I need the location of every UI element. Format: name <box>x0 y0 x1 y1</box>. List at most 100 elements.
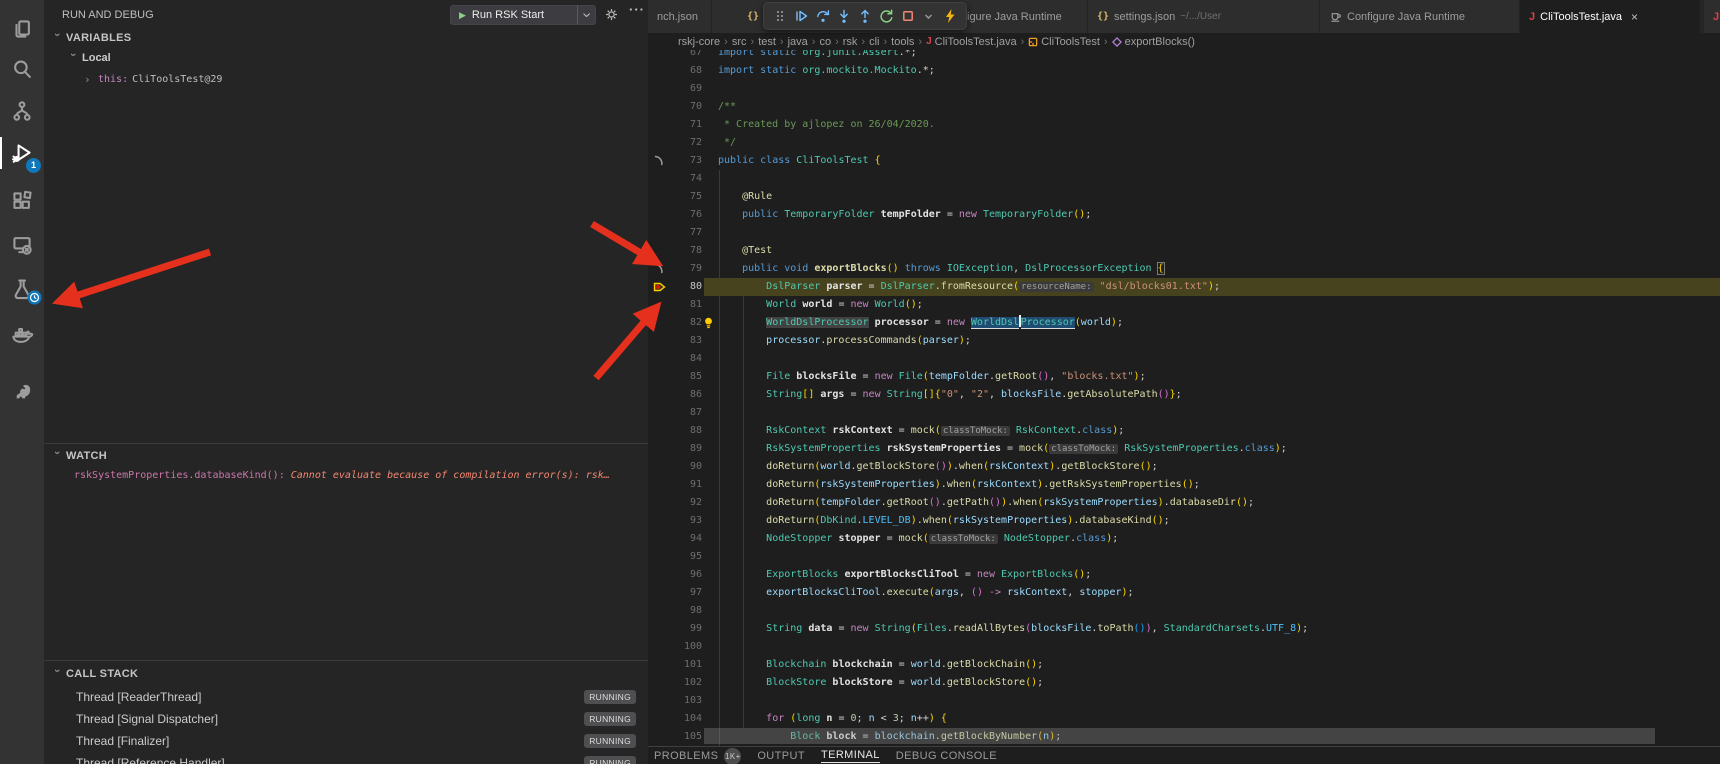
extensions-activity-item[interactable] <box>0 180 44 222</box>
panel-tab-problems[interactable]: PROBLEMS1K+ <box>654 747 741 764</box>
line-number[interactable]: 81 <box>666 296 702 314</box>
code-line-93[interactable]: 93 doReturn(DbKind.LEVEL_DB).when(rskSys… <box>648 512 1720 530</box>
remote-explorer-activity-item[interactable] <box>0 224 44 266</box>
line-number[interactable]: 72 <box>666 134 702 152</box>
docker-activity-item[interactable] <box>0 314 44 356</box>
line-number[interactable]: 100 <box>666 638 702 656</box>
line-number[interactable]: 90 <box>666 458 702 476</box>
breadcrumb-item-CliToolsTest.java[interactable]: JCliToolsTest.java <box>926 36 1016 48</box>
code-line-86[interactable]: 86 String[] args = new String[]{"0", "2"… <box>648 386 1720 404</box>
code-line-97[interactable]: 97 exportBlocksCliTool.execute(args, () … <box>648 584 1720 602</box>
line-number[interactable]: 85 <box>666 368 702 386</box>
code-line-87[interactable]: 87 <box>648 404 1720 422</box>
code-line-68[interactable]: 68import static org.mockito.Mockito.*; <box>648 62 1720 80</box>
tab-CliToolsTest.java[interactable]: JCliToolsTest.java× <box>1520 0 1700 33</box>
code-line-84[interactable]: 84 <box>648 350 1720 368</box>
tab-Configure Java Runtime[interactable]: Configure Java Runtime <box>1320 0 1520 33</box>
gradle-activity-item[interactable] <box>0 370 44 412</box>
code-line-100[interactable]: 100 <box>648 638 1720 656</box>
code-line-89[interactable]: 89 RskSystemProperties rskSystemProperti… <box>648 440 1720 458</box>
call-stack-thread-row[interactable]: Thread [ReaderThread]RUNNING <box>44 687 648 708</box>
tab-settings.json[interactable]: {}settings.json~/.../User <box>1088 0 1320 33</box>
line-number[interactable]: 74 <box>666 170 702 188</box>
hot-code-replace-button[interactable] <box>940 4 960 28</box>
code-line-79[interactable]: 79 public void exportBlocks() throws IOE… <box>648 260 1720 278</box>
panel-tab-debug-console[interactable]: DEBUG CONSOLE <box>896 747 997 764</box>
code-line-104[interactable]: 104 for (long n = 0; n < 3; n++) { <box>648 710 1720 728</box>
testing-activity-item[interactable] <box>0 268 44 310</box>
code-line-80[interactable]: 80 DslParser parser = DslParser.fromReso… <box>648 278 1720 296</box>
line-number[interactable]: 95 <box>666 548 702 566</box>
step-into-button[interactable] <box>834 4 854 28</box>
breadcrumb-item-co[interactable]: co <box>819 36 831 48</box>
code-line-98[interactable]: 98 <box>648 602 1720 620</box>
line-number[interactable]: 71 <box>666 116 702 134</box>
code-line-69[interactable]: 69 <box>648 80 1720 98</box>
code-line-81[interactable]: 81 World world = new World(); <box>648 296 1720 314</box>
restart-button[interactable] <box>876 4 896 28</box>
line-number[interactable]: 78 <box>666 242 702 260</box>
line-number[interactable]: 96 <box>666 566 702 584</box>
panel-tab-terminal[interactable]: TERMINAL <box>821 747 880 764</box>
watch-expression[interactable]: rskSystemProperties.databaseKind(): Cann… <box>74 470 634 481</box>
breadcrumb-item-tools[interactable]: tools <box>891 36 914 48</box>
line-number[interactable]: 97 <box>666 584 702 602</box>
stop-chevron-button[interactable] <box>919 4 939 28</box>
explorer-activity-item[interactable] <box>0 8 44 50</box>
breadcrumb-item-java[interactable]: java <box>788 36 808 48</box>
tab-nch.json[interactable]: nch.json <box>648 0 712 33</box>
panel-tab-output[interactable]: OUTPUT <box>757 747 805 764</box>
tab-partial-5[interactable]: J <box>1704 0 1720 33</box>
line-number[interactable]: 80 <box>666 278 702 296</box>
variables-section-header[interactable]: › VARIABLES <box>52 32 131 44</box>
code-line-83[interactable]: 83 processor.processCommands(parser); <box>648 332 1720 350</box>
code-line-92[interactable]: 92 doReturn(tempFolder.getRoot().getPath… <box>648 494 1720 512</box>
line-number[interactable]: 69 <box>666 80 702 98</box>
code-line-102[interactable]: 102 BlockStore blockStore = world.getBlo… <box>648 674 1720 692</box>
code-line-74[interactable]: 74 <box>648 170 1720 188</box>
line-number[interactable]: 101 <box>666 656 702 674</box>
call-stack-thread-row[interactable]: Thread [Reference Handler]RUNNING <box>44 753 648 764</box>
code-line-94[interactable]: 94 NodeStopper stopper = mock(classToMoc… <box>648 530 1720 548</box>
continue-button[interactable] <box>791 4 811 28</box>
line-number[interactable]: 75 <box>666 188 702 206</box>
line-number[interactable]: 76 <box>666 206 702 224</box>
code-line-88[interactable]: 88 RskContext rskContext = mock(classToM… <box>648 422 1720 440</box>
code-line-90[interactable]: 90 doReturn(world.getBlockStore()).when(… <box>648 458 1720 476</box>
breadcrumb-item-rsk[interactable]: rsk <box>843 36 858 48</box>
call-stack-thread-row[interactable]: Thread [Finalizer]RUNNING <box>44 731 648 752</box>
code-line-99[interactable]: 99 String data = new String(Files.readAl… <box>648 620 1720 638</box>
code-line-77[interactable]: 77 <box>648 224 1720 242</box>
code-line-70[interactable]: 70/** <box>648 98 1720 116</box>
line-number[interactable]: 89 <box>666 440 702 458</box>
line-number[interactable]: 93 <box>666 512 702 530</box>
line-number[interactable]: 88 <box>666 422 702 440</box>
search-activity-item[interactable] <box>0 48 44 90</box>
line-number[interactable]: 103 <box>666 692 702 710</box>
line-number[interactable]: 98 <box>666 602 702 620</box>
chevron-down-icon[interactable]: › <box>577 6 595 24</box>
step-out-button[interactable] <box>855 4 875 28</box>
line-number[interactable]: 79 <box>666 260 702 278</box>
run-config-button[interactable]: ▶ Run RSK Start › <box>450 5 596 25</box>
line-number[interactable]: 73 <box>666 152 702 170</box>
code-line-103[interactable]: 103 <box>648 692 1720 710</box>
horizontal-scrollbar[interactable] <box>704 728 1655 744</box>
code-line-78[interactable]: 78 @Test <box>648 242 1720 260</box>
variable-this[interactable]: › this: CliToolsTest@29 <box>84 73 222 86</box>
breadcrumb-item-cli[interactable]: cli <box>869 36 879 48</box>
line-number[interactable]: 92 <box>666 494 702 512</box>
code-line-91[interactable]: 91 doReturn(rskSystemProperties).when(rs… <box>648 476 1720 494</box>
breadcrumb-item-rskj-core[interactable]: rskj-core <box>678 36 720 48</box>
breadcrumb-item-src[interactable]: src <box>732 36 747 48</box>
call-stack-section-header[interactable]: › CALL STACK <box>52 668 648 680</box>
code-line-71[interactable]: 71 * Created by ajlopez on 26/04/2020. <box>648 116 1720 134</box>
line-number[interactable]: 99 <box>666 620 702 638</box>
call-stack-thread-row[interactable]: Thread [Signal Dispatcher]RUNNING <box>44 709 648 730</box>
source-control-activity-item[interactable] <box>0 90 44 132</box>
line-number[interactable]: 84 <box>666 350 702 368</box>
run-and-debug-activity-item[interactable]: 1 <box>0 132 44 174</box>
code-line-75[interactable]: 75 @Rule <box>648 188 1720 206</box>
code-editor[interactable]: 67import static org.junit.Assert.*;68imp… <box>648 0 1720 746</box>
watch-section-header[interactable]: › WATCH <box>52 450 648 462</box>
